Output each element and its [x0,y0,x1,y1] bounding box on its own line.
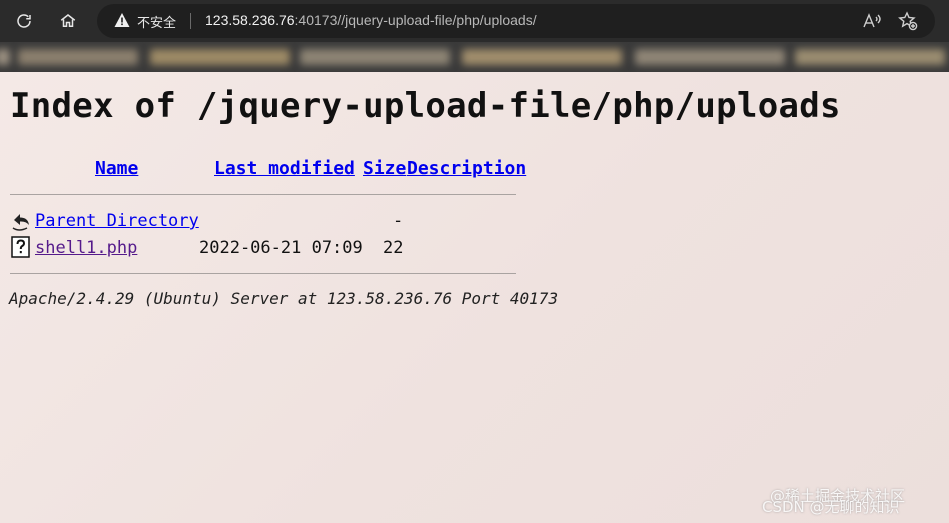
address-divider [190,13,191,29]
column-header-description[interactable]: Description [407,158,526,179]
security-label[interactable]: 不安全 [137,12,176,31]
blurred-bookmark[interactable] [462,49,622,65]
blurred-bookmark[interactable] [635,49,785,65]
address-bar[interactable]: 不安全 123.58.236.76:40173//jquery-upload-f… [97,4,935,38]
reload-icon [17,14,31,28]
home-icon [60,14,76,27]
divider-top [10,194,516,195]
page-content: Index of /jquery-upload-file/php/uploads… [0,72,949,523]
page-title: Index of /jquery-upload-file/php/uploads [10,86,841,126]
parent-directory-size: - [393,211,404,231]
file-link-shell1[interactable]: shell1.php [35,238,137,258]
url-host: 123.58.236.76 [205,12,295,28]
column-header-last-modified[interactable]: Last modified [214,158,355,179]
reload-button[interactable] [9,6,39,36]
parent-directory-link[interactable]: Parent Directory [35,211,199,231]
home-button[interactable] [53,6,83,36]
watermark-csdn: CSDN @无聊的知识 [762,498,900,516]
read-aloud-icon[interactable] [862,11,882,31]
blurred-bookmark[interactable] [300,49,450,65]
blurred-bookmark[interactable] [795,49,945,65]
column-header-name[interactable]: Name [95,158,138,179]
file-last-modified: 2022-06-21 07:09 [199,238,363,258]
column-header-size[interactable]: Size [363,158,406,179]
server-signature: Apache/2.4.29 (Ubuntu) Server at 123.58.… [9,289,559,308]
blurred-bookmark[interactable] [150,49,290,65]
browser-toolbar: 不安全 123.58.236.76:40173//jquery-upload-f… [0,0,949,42]
file-size: 22 [383,238,404,258]
blurred-bookmark[interactable] [0,49,10,65]
url-text[interactable]: 123.58.236.76:40173//jquery-upload-file/… [205,12,537,28]
bookmarks-bar [0,42,949,72]
divider-bottom [10,273,516,274]
back-icon [12,214,29,231]
unknown-file-icon [11,236,30,258]
url-path: :40173//jquery-upload-file/php/uploads/ [294,12,537,28]
blurred-bookmark[interactable] [18,49,138,65]
warning-icon[interactable] [114,12,130,28]
favorite-add-icon[interactable] [898,11,918,31]
